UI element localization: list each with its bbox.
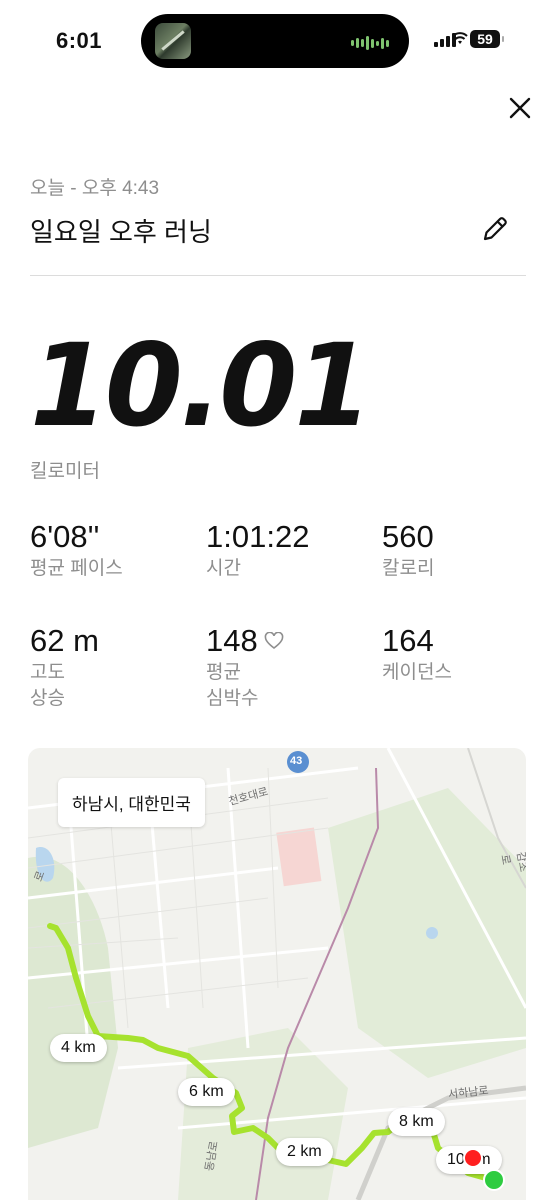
close-icon[interactable] [506, 94, 534, 122]
stat-value: 164 [382, 623, 434, 658]
stat-label: 평균 페이스 [30, 558, 123, 580]
distance-value: 10.01 [30, 319, 372, 453]
stat-value: 62 m [30, 623, 99, 658]
stat-value: 1:01:22 [206, 519, 310, 554]
header-divider [30, 275, 526, 276]
stat-label: 평균 심박수 [206, 662, 259, 709]
stat-value: 560 [382, 519, 434, 554]
stat-label: 칼로리 [382, 558, 435, 580]
stat-elevation-gain: 62 m 고도 상승 [30, 623, 99, 711]
run-date: 오늘 - 오후 4:43 [30, 178, 160, 199]
now-playing-artwork-icon [155, 23, 191, 59]
battery-indicator: 59 [470, 30, 504, 48]
battery-level: 59 [477, 31, 493, 47]
route-map[interactable]: 43 천호대로 서하남로 감초로 동남로 로 하남시, 대한민국 4 km 6 … [28, 748, 526, 1200]
stat-label: 시간 [206, 558, 241, 580]
dynamic-island[interactable] [141, 14, 409, 68]
stat-calories: 560 칼로리 [382, 519, 435, 582]
stat-avg-heart-rate: 148 평균 심박수 [206, 623, 284, 711]
pencil-icon[interactable] [478, 212, 512, 246]
heart-outline-icon [264, 632, 284, 650]
audio-waveform-icon [351, 36, 389, 50]
stat-cadence: 164 케이던스 [382, 623, 452, 686]
stat-value: 148 [206, 623, 258, 658]
start-point-marker [483, 1169, 505, 1191]
route-endpoints [463, 1148, 505, 1191]
stat-value-row: 148 [206, 623, 284, 658]
end-point-marker [463, 1148, 483, 1168]
stat-avg-pace: 6'08'' 평균 페이스 [30, 519, 123, 582]
distance-unit: 킬로미터 [30, 461, 100, 482]
status-bar: 6:01 59 [0, 0, 554, 90]
wifi-icon [452, 32, 468, 44]
stat-time: 1:01:22 시간 [206, 519, 310, 582]
run-title: 일요일 오후 러닝 [30, 217, 212, 247]
stat-label: 고도 상승 [30, 662, 65, 709]
stat-label: 케이던스 [382, 662, 452, 684]
status-time: 6:01 [56, 28, 103, 53]
stat-value: 6'08'' [30, 519, 100, 554]
